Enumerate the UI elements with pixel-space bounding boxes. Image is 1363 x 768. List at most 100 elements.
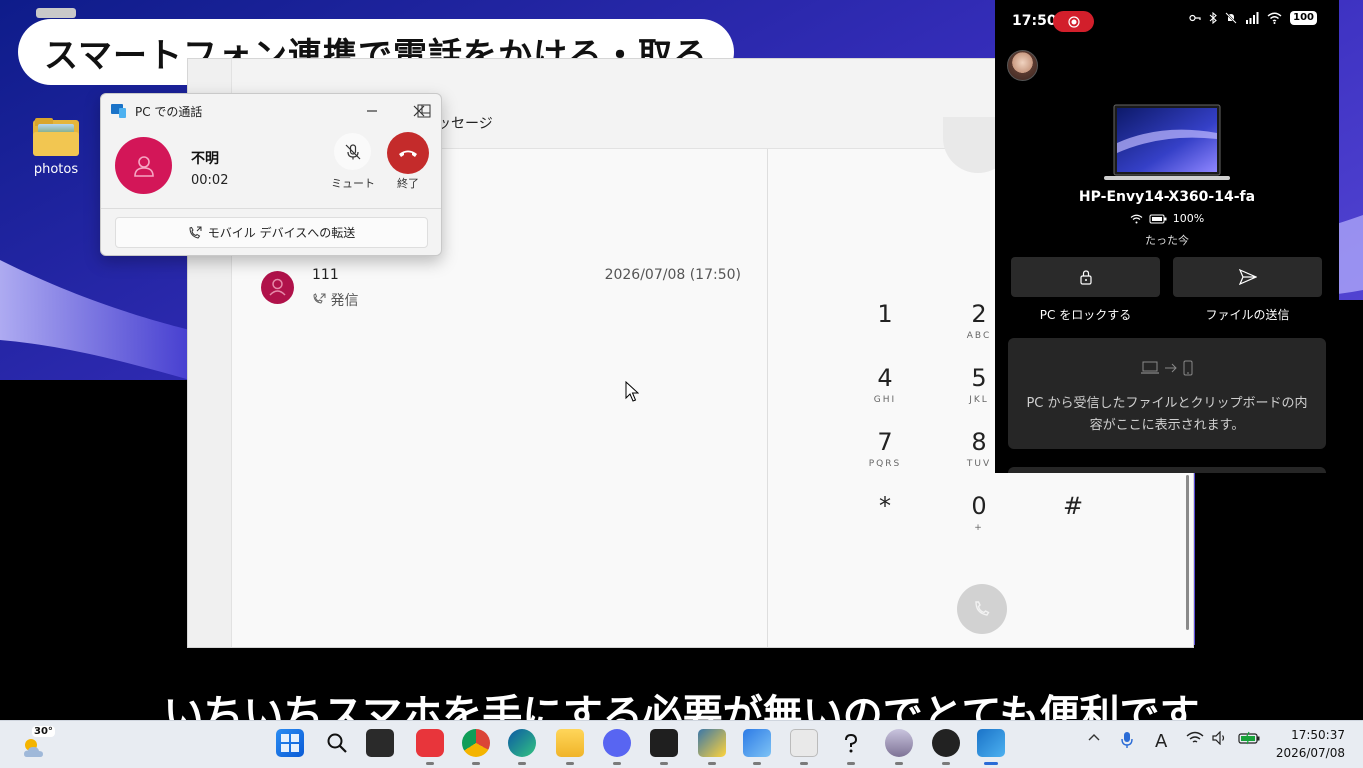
end-call-label: 終了 [397,177,419,190]
desktop-icon-photos[interactable]: photos [22,118,90,177]
recent-call-item[interactable]: 111 発信 2026/07/08 (17:50) [261,259,741,309]
running-indicator [613,762,621,765]
running-indicator [472,762,480,765]
wifi-icon[interactable] [1186,731,1204,749]
running-indicator [942,762,950,765]
folder-icon [33,118,79,156]
running-indicator [708,762,716,765]
caller-avatar [115,137,172,194]
tab-messages[interactable]: ッセージ [437,113,493,133]
lock-icon [1079,270,1092,285]
call-direction: 発信 [312,290,358,310]
arrow-right-icon [1165,363,1177,373]
call-direction-label: 発信 [330,293,359,309]
profile-avatar[interactable] [1007,50,1038,81]
system-clock[interactable]: 17:50:37 2026/07/08 [1276,726,1345,762]
weather-widget[interactable]: 30° [20,726,55,761]
dialpad-key-4[interactable]: 4 GHI [840,363,930,423]
desktop-icon-partial[interactable] [22,8,90,18]
status-bar-time: 17:50 [1012,13,1057,29]
vivaldi-icon[interactable] [416,729,444,757]
contact-avatar [261,271,294,304]
scrollbar[interactable] [1186,475,1189,630]
minimize-icon [367,110,377,112]
wifi-icon [1267,12,1282,24]
python-icon[interactable] [698,729,726,757]
ime-mode-icon[interactable]: A [1155,731,1167,752]
dial-call-button[interactable] [957,584,1007,634]
phone-screen: 17:50 100 HP-Envy14-X360-14-fa 100% たった今… [995,0,1339,473]
taskbar: 30° A 17:50:37 2026/07/08 [0,720,1363,768]
file-explorer-icon[interactable] [556,729,584,757]
mute-label: ミュート [331,177,375,190]
mute-button[interactable] [334,133,371,170]
battery-charging-icon[interactable] [1238,731,1260,749]
mute-ringer-icon [1225,12,1237,24]
edge-icon[interactable] [508,729,536,757]
running-indicator [984,762,998,765]
received-content-placeholder: PC から受信したファイルとクリップボードの内容がここに表示されます。 [1026,396,1308,433]
discord-icon[interactable] [603,729,631,757]
minimize-button[interactable] [359,100,385,122]
hang-up-icon [399,150,417,157]
running-indicator [426,762,434,765]
terminal-icon[interactable] [650,729,678,757]
close-button[interactable] [406,100,432,122]
microphone-icon[interactable] [1120,731,1134,753]
transfer-label: モバイル デバイスへの転送 [207,226,356,240]
pc-status: 100% [995,212,1339,225]
battery-icon [1149,214,1167,223]
phone-link-icon[interactable] [977,729,1005,757]
phone-icon [975,601,990,616]
dialpad-digit: 0 [971,492,987,520]
caller-name: 不明 [191,151,219,167]
anime-icon[interactable] [885,729,913,757]
running-indicator [895,762,903,765]
dialpad-digit: 1 [877,300,893,328]
transfer-to-mobile-button[interactable]: モバイル デバイスへの転送 [115,217,428,248]
desktop-icon-image [36,8,76,18]
lock-pc-button[interactable] [1011,257,1160,297]
volume-icon[interactable] [1212,730,1228,749]
dialpad-key-7[interactable]: 7 PQRS [840,427,930,487]
search-icon[interactable] [323,729,351,757]
chrome-icon[interactable] [462,729,490,757]
wifi-icon [1130,214,1143,223]
status-bar-icons: 100 [1189,11,1317,25]
running-indicator [660,762,668,765]
terminal-dark-icon[interactable] [366,729,394,757]
chevron-up-icon[interactable] [1087,731,1101,749]
pc-to-phone-graphic [1008,360,1326,376]
photos-icon[interactable] [743,729,771,757]
partly-cloudy-icon [24,739,43,757]
pc-call-window: PC での通話 不明 00:02 ミュート 終了 モバイル デバイスへの転送 [100,93,442,256]
running-indicator [800,762,808,765]
start-icon[interactable] [276,729,304,757]
phone-icon [1183,360,1193,376]
laptop-image [1104,104,1230,180]
window-title: PC での通話 [135,105,203,119]
call-duration: 00:02 [191,173,229,188]
end-call-button[interactable] [387,132,429,174]
dialpad-digit: * [879,492,891,520]
dialpad-key-1[interactable]: 1 [840,299,930,359]
help-icon[interactable] [837,729,865,757]
record-icon [1067,15,1080,28]
close-icon [413,105,425,117]
dialpad-key-0[interactable]: 0 + [934,491,1024,551]
person-icon [133,155,154,177]
running-indicator [847,762,855,765]
paint-icon[interactable] [790,729,818,757]
running-indicator [753,762,761,765]
obs-icon[interactable] [932,729,960,757]
send-icon [1238,269,1257,285]
send-file-button[interactable] [1173,257,1322,297]
clock-time: 17:50:37 [1291,728,1345,742]
dialpad-letters: PQRS [868,459,902,469]
dialpad-key-star[interactable]: * [840,491,930,551]
dialpad-digit: 4 [877,364,893,392]
send-file-label: ファイルの送信 [1205,308,1290,322]
desktop-icon-label: photos [33,162,79,177]
divider [101,208,441,209]
dialpad-key-hash[interactable]: # [1028,491,1118,551]
